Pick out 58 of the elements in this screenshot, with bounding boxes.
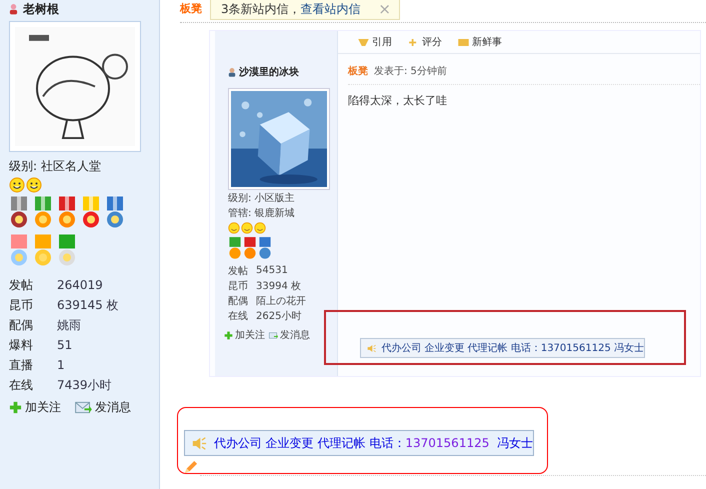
envelope-icon — [75, 401, 92, 414]
stat-value: 54531 — [256, 265, 288, 276]
floor-label: 板凳 — [348, 64, 368, 78]
stat-value: 2625小时 — [256, 310, 302, 322]
ad-text: 代办公司 企业变更 代理记帐 电话：13701561125 冯女士 — [214, 434, 533, 452]
author-level: 级别: 小区版主 — [228, 193, 296, 205]
toolbar-item: 新鲜事 — [458, 35, 502, 49]
news-icon — [458, 38, 469, 46]
smiley-icon — [228, 222, 240, 234]
speaker-icon — [192, 434, 207, 452]
stat-label: 昆币 — [9, 296, 34, 314]
profile-action-link[interactable]: 发消息 — [75, 399, 131, 416]
stat-label: 配偶 — [9, 316, 34, 334]
smiley-icon — [254, 222, 266, 234]
plus-icon — [9, 401, 22, 414]
smiley-icon — [26, 177, 42, 193]
stat-label: 直播 — [9, 356, 34, 374]
toolbar-item: 评分 — [408, 35, 442, 49]
ad-text: 代办公司 企业变更 代理记帐 电话：13701561125 冯女士 — [381, 342, 644, 355]
stat-value: 33994 枚 — [256, 280, 301, 292]
pencil-icon[interactable] — [183, 460, 198, 475]
stat-label: 在线 — [228, 310, 249, 322]
stat-label: 发帖 — [9, 276, 34, 294]
stat-value: 1 — [57, 358, 65, 372]
medal-icon — [258, 237, 272, 261]
post-time: 发表于: 5分钟前 — [374, 64, 447, 78]
medal-icon — [243, 237, 257, 261]
stat-value: 姚雨 — [57, 316, 81, 334]
envelope-icon — [269, 330, 278, 340]
stat-label: 爆料 — [9, 336, 34, 354]
floor-label: 板凳 — [180, 1, 202, 16]
stat-label: 配偶 — [228, 294, 249, 308]
stat-value: 639145 枚 — [57, 296, 119, 314]
medal-icon — [228, 237, 242, 261]
stat-label: 昆币 — [228, 280, 249, 292]
quote-icon — [358, 38, 369, 46]
username[interactable]: 老树根 — [23, 0, 59, 18]
toolbar-item: 引用 — [358, 35, 392, 49]
speaker-icon — [367, 342, 376, 354]
smiley-icon — [241, 222, 253, 234]
smiley-icon — [9, 177, 25, 193]
user-icon — [9, 3, 18, 15]
user-level: 级别: 社区名人堂 — [9, 158, 102, 175]
user-icon — [228, 67, 236, 77]
stat-value: 7439小时 — [57, 376, 112, 394]
post-message: 陷得太深，太长了哇 — [348, 93, 448, 108]
stat-value: 51 — [57, 338, 72, 352]
plus-icon — [408, 38, 419, 46]
author-forum: 管辖: 银鹿新城 — [228, 208, 296, 220]
stat-label: 发帖 — [228, 264, 249, 278]
profile-action-link[interactable]: 加关注 — [9, 399, 61, 416]
plus-icon — [224, 330, 233, 340]
stat-value: 陌上の花开 — [256, 294, 306, 308]
author-name: 沙漠里的冰块 — [239, 66, 299, 79]
notice-link[interactable]: 查看站内信 — [300, 0, 361, 18]
notice-text: 3条新站内信， — [221, 0, 301, 18]
stat-label: 在线 — [9, 376, 34, 394]
stat-value: 264019 — [57, 278, 103, 292]
